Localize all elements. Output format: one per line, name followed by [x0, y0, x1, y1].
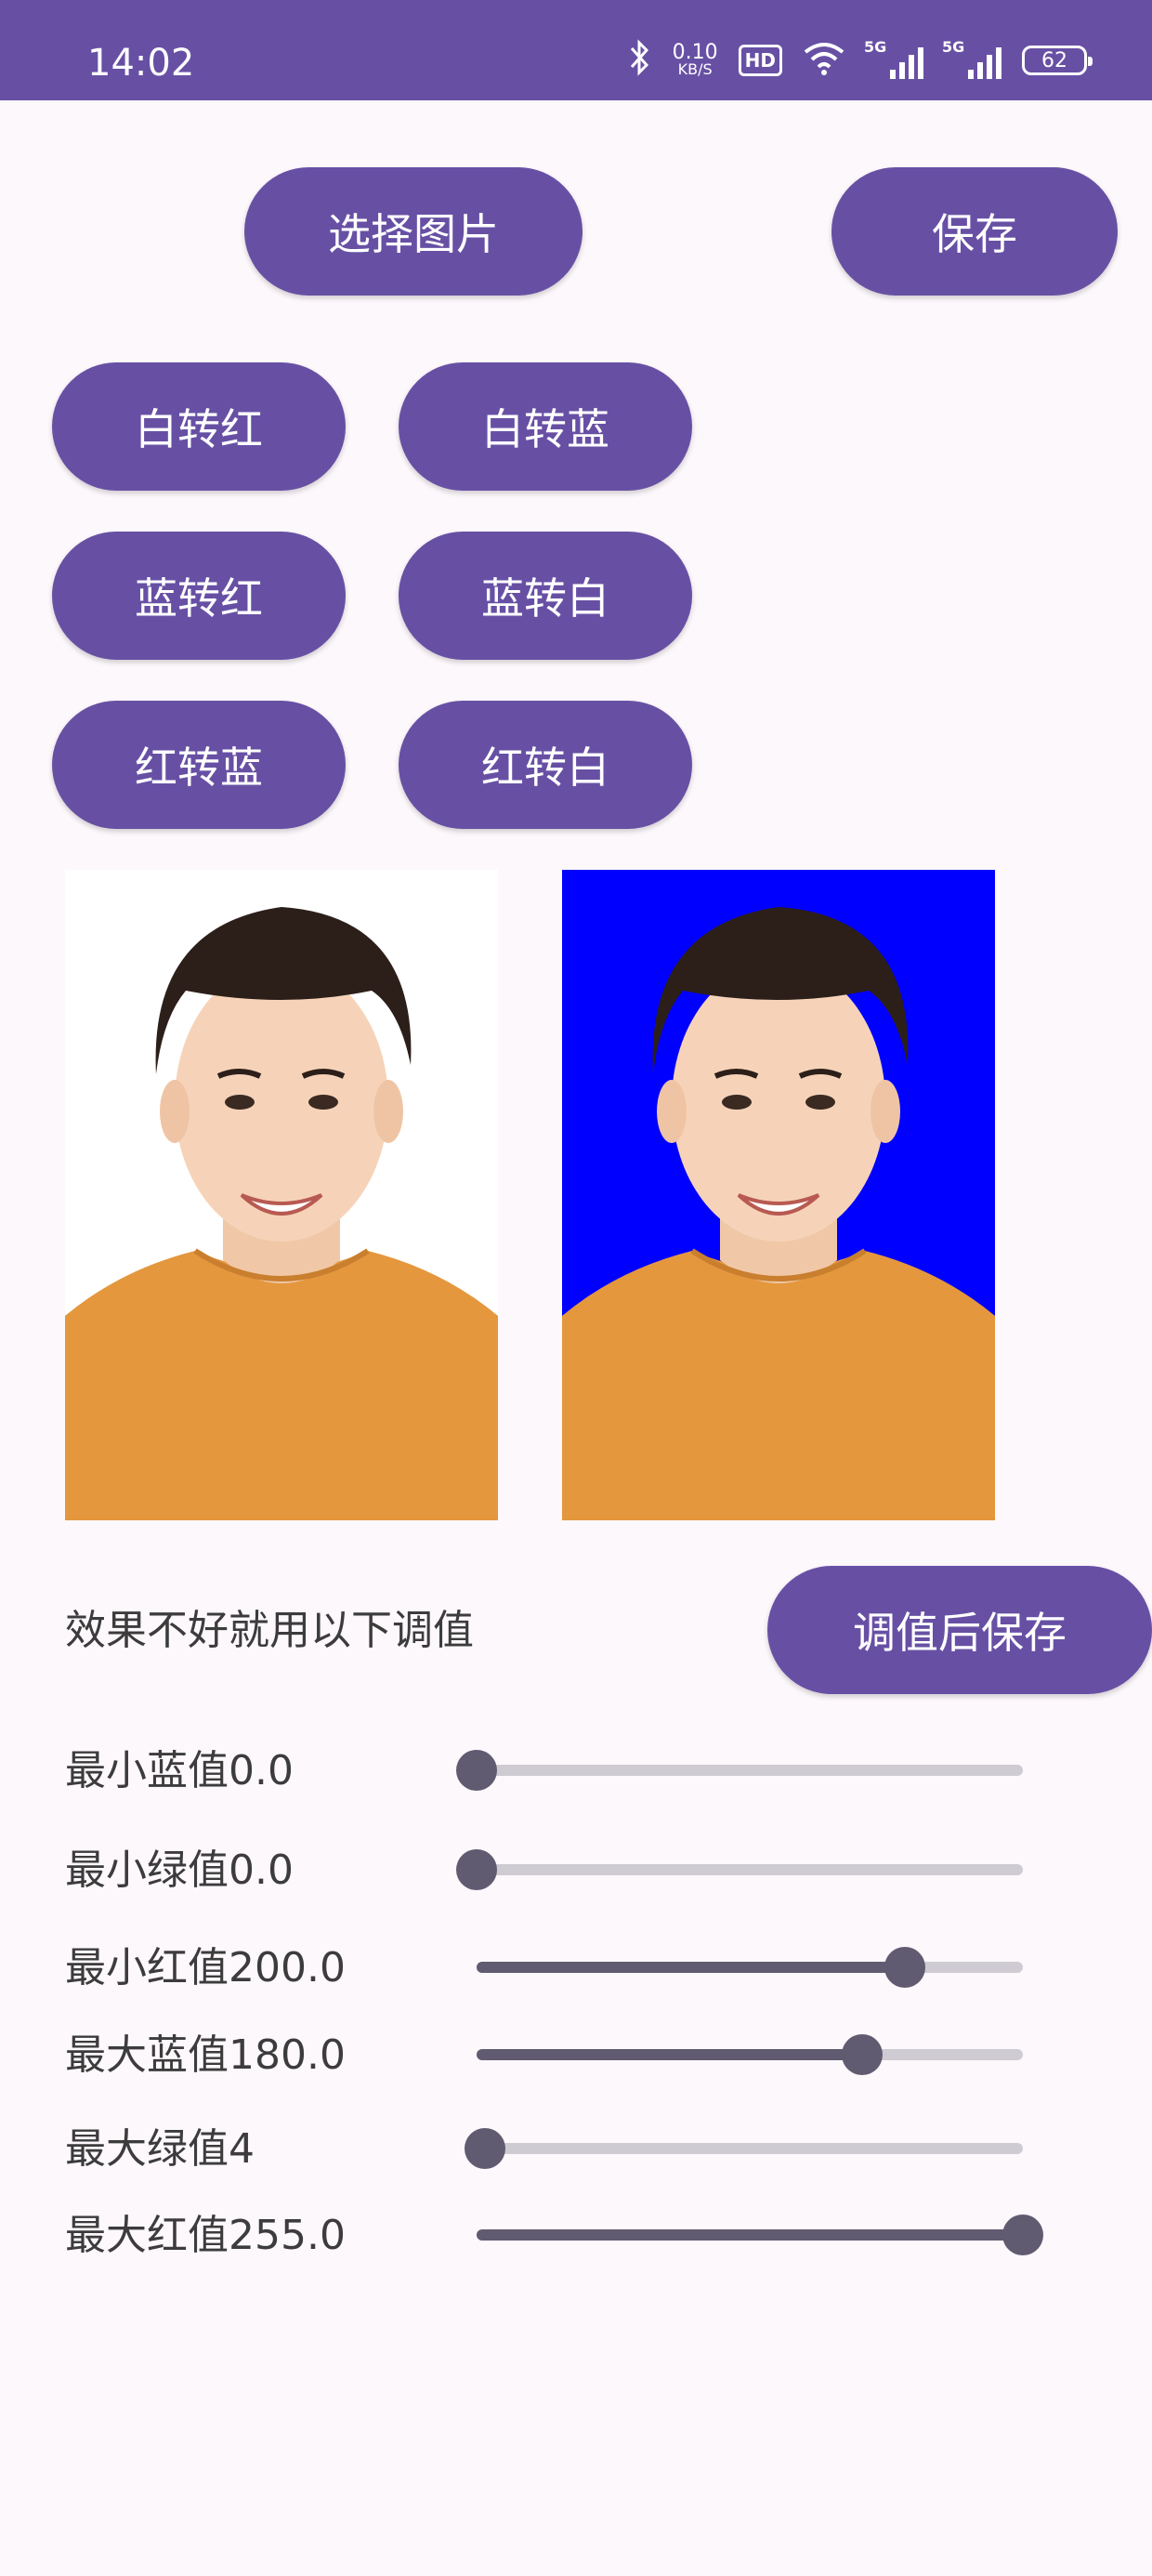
slider-label: 最大红值255.0 — [65, 2212, 346, 2259]
signal-icon: 5G — [864, 38, 923, 79]
signal-type-label: 5G — [942, 38, 965, 56]
slider-track[interactable] — [456, 1750, 1023, 1791]
white-to-blue-button[interactable]: 白转蓝 — [399, 362, 692, 491]
select-image-button[interactable]: 选择图片 — [244, 167, 583, 296]
slider-thumb[interactable] — [465, 2128, 506, 2169]
status-bar: 14:02 0.10 KB/S HD 5G 5G 62 — [0, 0, 1152, 100]
slider-track[interactable] — [477, 1947, 1023, 1988]
slider-thumb[interactable] — [456, 1750, 497, 1791]
battery-icon: 62 — [1022, 46, 1093, 75]
bluetooth-icon — [628, 39, 652, 82]
network-speed: 0.10 KB/S — [672, 41, 718, 78]
slider-label: 最小绿值0.0 — [65, 1847, 294, 1894]
status-icons: 0.10 KB/S HD 5G 5G 62 — [628, 38, 1093, 82]
slider-track[interactable] — [456, 1849, 1023, 1890]
network-speed-value: 0.10 — [672, 41, 718, 64]
slider-thumb[interactable] — [842, 2034, 884, 2075]
adjust-hint: 效果不好就用以下调值 — [65, 1607, 474, 1654]
status-time: 14:02 — [87, 42, 195, 85]
signal-icon: 5G — [942, 38, 1001, 79]
slider-thumb[interactable] — [884, 1947, 926, 1988]
slider-thumb[interactable] — [456, 1849, 497, 1890]
signal-type-label: 5G — [864, 38, 887, 56]
slider-label: 最大绿值4 — [65, 2125, 255, 2173]
blue-to-white-button[interactable]: 蓝转白 — [399, 532, 692, 660]
slider-track[interactable] — [465, 2128, 1023, 2169]
white-to-red-button[interactable]: 白转红 — [52, 362, 346, 491]
original-photo — [65, 870, 498, 1520]
blue-to-red-button[interactable]: 蓝转红 — [52, 532, 346, 660]
save-after-adjust-button[interactable]: 调值后保存 — [767, 1566, 1152, 1694]
slider-label: 最小红值200.0 — [65, 1944, 346, 1991]
slider-active-track — [477, 2229, 1023, 2241]
slider-track[interactable] — [477, 2215, 1043, 2255]
red-to-blue-button[interactable]: 红转蓝 — [52, 701, 346, 829]
result-photo — [562, 870, 995, 1520]
slider-thumb[interactable] — [1002, 2215, 1043, 2255]
slider-active-track — [477, 1962, 906, 1973]
battery-level: 62 — [1041, 48, 1067, 72]
wifi-icon — [803, 39, 845, 82]
red-to-white-button[interactable]: 红转白 — [399, 701, 692, 829]
hd-icon: HD — [738, 45, 782, 76]
slider-active-track — [477, 2049, 863, 2060]
slider-label: 最大蓝值180.0 — [65, 2031, 346, 2079]
slider-label: 最小蓝值0.0 — [65, 1747, 294, 1794]
save-button[interactable]: 保存 — [831, 167, 1118, 296]
network-speed-unit: KB/S — [677, 60, 713, 78]
slider-track[interactable] — [477, 2034, 1023, 2075]
